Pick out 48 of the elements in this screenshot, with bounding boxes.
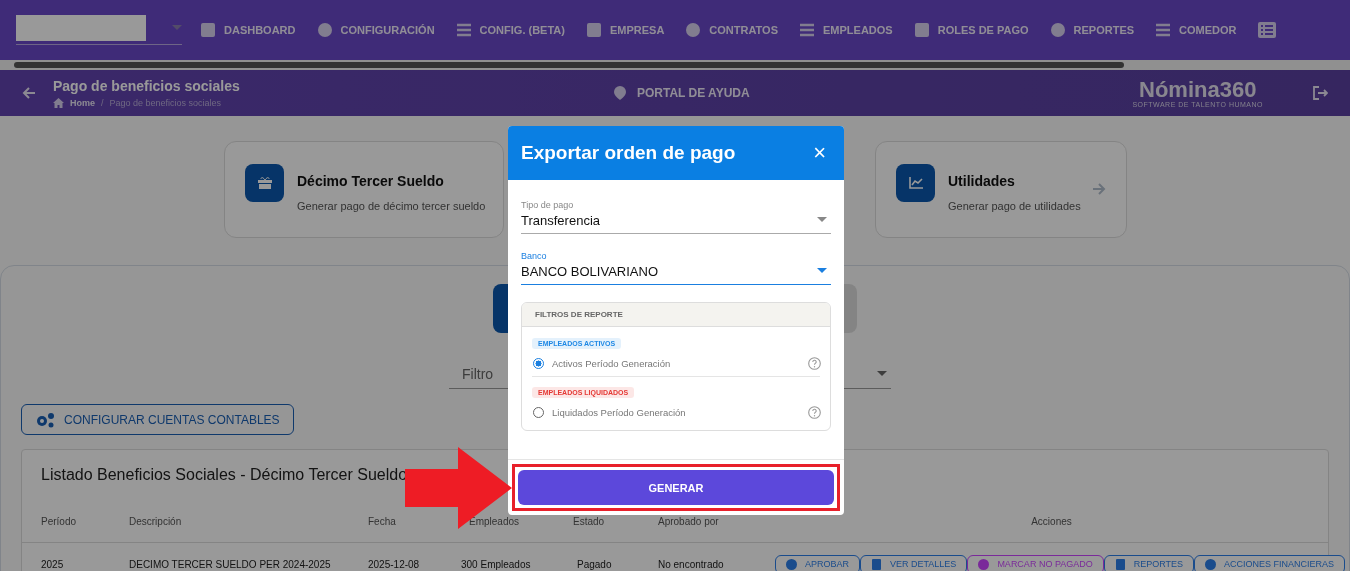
action-button[interactable]: VER DETALLES — [860, 554, 968, 571]
benefit-card[interactable]: Décimo Tercer Sueldo Generar pago de décimo tercer sueldo — [224, 141, 504, 238]
column-header: Fecha — [368, 515, 397, 527]
filters-title: FILTROS DE REPORTE — [522, 303, 830, 327]
select-field[interactable]: Tipo de pago Transferencia — [521, 200, 831, 234]
table-cell-text: DECIMO TERCER SUELDO PER 2024-2025 — [129, 558, 332, 570]
select-field[interactable]: Banco BANCO BOLIVARIANO — [521, 251, 831, 285]
nav-item[interactable]: CONFIG. (BETA) — [455, 22, 565, 38]
table-cell-text: 2025-12-08 — [368, 558, 421, 570]
action-button[interactable]: APROBAR — [775, 554, 860, 571]
table-cell-text: No encontrado — [658, 558, 725, 570]
logo-text: Nómina360 — [1139, 78, 1257, 101]
nav-item[interactable]: REPORTES — [1049, 22, 1135, 38]
nav-item[interactable]: EMPLEADOS — [799, 22, 893, 38]
nav-item[interactable]: COMEDOR — [1155, 22, 1237, 38]
benefit-card[interactable]: Utilidades Generar pago de utilidades — [875, 141, 1127, 238]
table-cell-text: 300 Empleados — [461, 558, 532, 570]
card-subtitle: Generar pago de utilidades — [948, 200, 1081, 212]
configure-accounts-button[interactable]: CONFIGURAR CUENTAS CONTABLES — [21, 404, 294, 435]
action-button[interactable]: REPORTES — [1103, 554, 1195, 571]
action-button[interactable]: MARCAR NO PAGADO — [967, 554, 1104, 571]
nav-item[interactable]: ROLES DE PAGO — [913, 22, 1029, 38]
column-header: Descripción — [129, 515, 183, 527]
column-header: Acciones — [1030, 515, 1073, 527]
breadcrumb-separator: / — [101, 98, 104, 108]
nav-item[interactable]: CONFIGURACIÓN — [316, 22, 435, 38]
generate-button[interactable]: GENERAR — [518, 470, 834, 505]
card-title: Utilidades — [948, 173, 1016, 189]
option-label[interactable]: Liquidados Período Generación — [552, 407, 686, 418]
card-subtitle: Generar pago de décimo tercer sueldo — [297, 200, 486, 212]
breadcrumb-link[interactable]: Home — [70, 98, 95, 108]
nav-item[interactable]: CONTRATOS — [685, 22, 778, 38]
card-title: Décimo Tercer Sueldo — [297, 173, 445, 189]
option-label[interactable]: Activos Período Generación — [552, 358, 671, 369]
column-header: Estado — [573, 515, 606, 527]
close-button[interactable]: × — [809, 142, 830, 164]
column-header: Empleados — [468, 515, 521, 527]
list-title: Listado Beneficios Sociales - Décimo Tercer Sueldo — [41, 466, 408, 485]
page-title: Pago de beneficios sociales — [53, 78, 241, 94]
help-portal-link[interactable]: PORTAL DE AYUDA — [613, 86, 750, 100]
table-cell-text: 2025 — [41, 558, 65, 570]
dialog-title: Exportar orden de pago — [521, 142, 736, 164]
nav-item[interactable]: EMPRESA — [585, 22, 665, 38]
action-button[interactable]: ACCIONES FINANCIERAS — [1194, 554, 1346, 571]
table-cell-text: Pagado — [576, 558, 613, 570]
column-header: Aprobado por — [658, 515, 720, 527]
column-header: Período — [41, 515, 78, 527]
nav-item[interactable]: DASHBOARD — [200, 22, 296, 38]
